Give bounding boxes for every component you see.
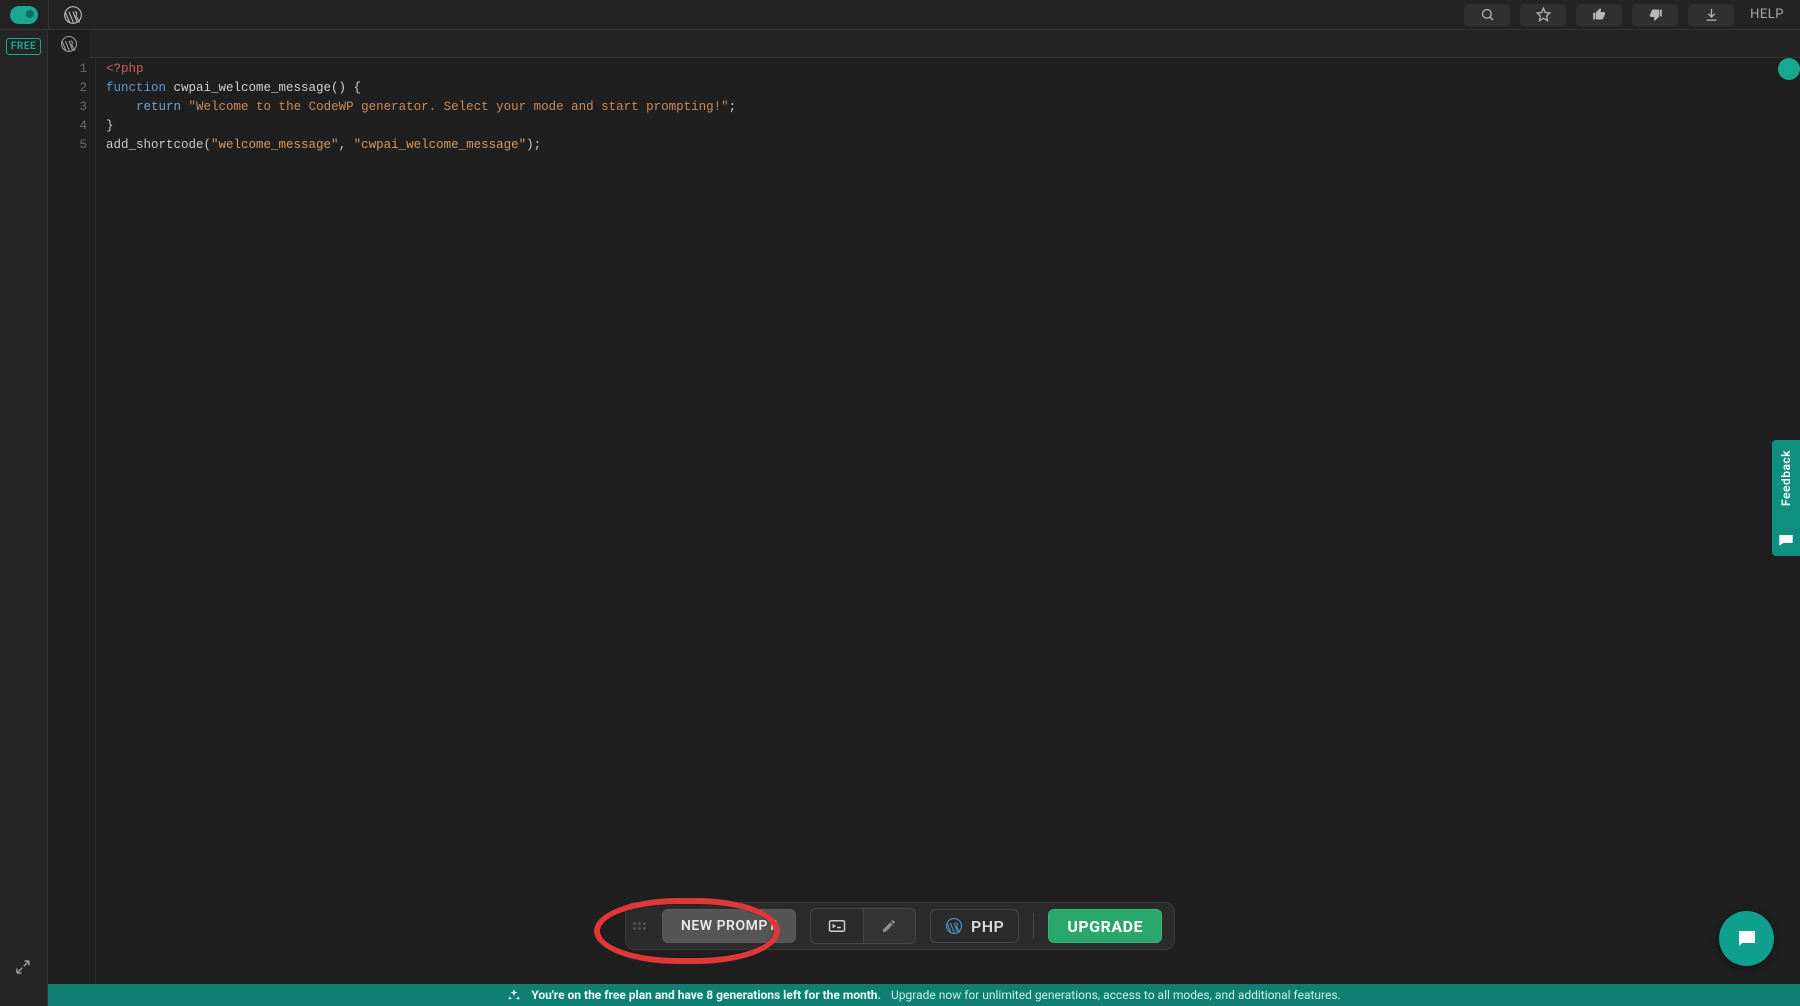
code-token: ); [526,138,541,152]
sparkle-icon [507,988,521,1002]
console-mode-toggle[interactable] [811,909,863,943]
search-button[interactable] [1464,4,1510,26]
line-number: 2 [48,79,95,98]
fullscreen-toggle[interactable] [14,958,32,976]
chat-icon [1735,927,1759,951]
search-icon [1480,7,1495,22]
left-rail: FREE [0,30,48,1006]
code-token: return [136,100,181,114]
code-token: , [339,138,354,152]
header-left [0,0,96,29]
plan-badge[interactable]: FREE [6,38,41,55]
feedback-tab[interactable]: Feedback [1772,440,1800,556]
banner-sub: Upgrade now for unlimited generations, a… [891,988,1341,1002]
tab-strip [48,30,1800,58]
star-icon [1536,7,1551,22]
code-surface[interactable]: 1 2 3 4 5 <?php function cwpai_welcome_me… [48,58,1800,1006]
new-prompt-button[interactable]: NEW PROMPT [662,909,796,943]
editor: 1 2 3 4 5 <?php function cwpai_welcome_me… [48,30,1800,1006]
code-token: cwpai_welcome_message() { [166,81,361,95]
top-header: HELP [0,0,1800,30]
line-number: 3 [48,98,95,117]
feedback-icon [1778,532,1794,546]
code-token: ; [729,100,737,114]
line-number: 5 [48,136,95,155]
app-logo[interactable] [0,0,48,30]
upgrade-button[interactable]: UPGRADE [1048,909,1162,943]
banner-text: You're on the free plan and have 8 gener… [531,988,881,1002]
mode-toggle-group [810,908,916,944]
code-token [181,100,189,114]
line-number: 1 [48,60,95,79]
code-token [106,100,136,114]
help-link[interactable]: HELP [1744,7,1790,22]
code-token: add_shortcode( [106,138,211,152]
drag-handle-icon[interactable] [632,922,646,930]
thumbs-down-icon [1648,7,1663,22]
terminal-icon [828,918,846,934]
line-gutter: 1 2 3 4 5 [48,58,96,1006]
banner-main: You're on the free plan and have 8 gener… [531,988,881,1002]
language-selector[interactable]: PHP [930,909,1019,943]
edit-mode-toggle[interactable] [863,909,915,943]
upgrade-banner[interactable]: You're on the free plan and have 8 gener… [48,984,1800,1006]
wordpress-tab[interactable] [48,0,96,30]
wordpress-icon [63,5,83,25]
pencil-icon [881,918,897,934]
toolbar-divider [1033,913,1034,939]
wordpress-icon [945,917,963,935]
line-number: 4 [48,117,95,136]
feedback-label: Feedback [1779,450,1793,506]
code-token: "welcome_message" [211,138,339,152]
code-token: "Welcome to the CodeWP generator. Select… [189,100,729,114]
expand-icon [14,958,32,976]
tab-wordpress[interactable] [48,30,90,58]
thumbs-up-icon [1592,7,1607,22]
code-token: } [106,119,114,133]
download-button[interactable] [1688,4,1734,26]
codewp-logo-icon [10,6,38,24]
code-text[interactable]: <?phpfunction cwpai_welcome_message() { … [96,58,1800,1006]
code-token: <?php [106,62,144,76]
thumbs-up-button[interactable] [1576,4,1622,26]
wordpress-icon [60,35,78,53]
thumbs-down-button[interactable] [1632,4,1678,26]
code-token: "cwpai_welcome_message" [354,138,527,152]
header-right: HELP [1464,4,1800,26]
code-token: function [106,81,166,95]
download-icon [1704,7,1719,22]
chat-fab[interactable] [1719,911,1774,966]
language-label: PHP [971,917,1004,936]
user-avatar[interactable] [1778,58,1800,80]
favorite-button[interactable] [1520,4,1566,26]
bottom-toolbar: NEW PROMPT PHP UPGRADE [625,902,1175,950]
